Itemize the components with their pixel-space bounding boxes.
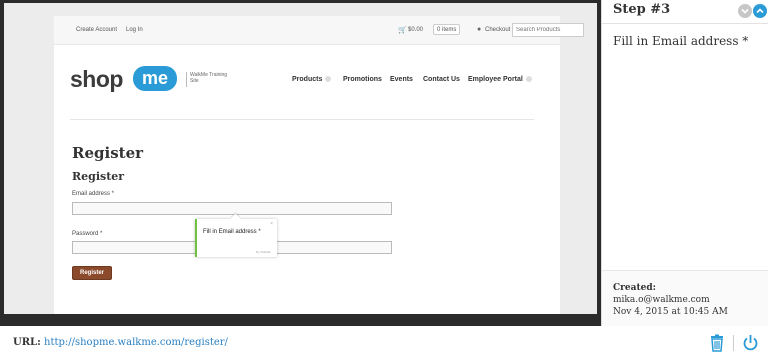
logo-shop-text: shop (70, 66, 123, 92)
page-title: Register (72, 144, 144, 162)
nav-employee-portal-dropdown-icon (525, 76, 532, 83)
created-by: mika.o@walkme.com (613, 295, 710, 305)
tooltip-by-walkme: By WalkMe (255, 250, 271, 254)
browser-viewport: Create Account Log In 🛒 $0.00 0 items ● … (4, 3, 597, 314)
step-panel: Step #3 Fill in Email address * Created:… (601, 0, 768, 326)
power-icon[interactable] (742, 334, 759, 352)
search-input[interactable] (512, 23, 584, 37)
url-bar: URL: http://shopme.walkme.com/register/ (0, 326, 768, 358)
url-label: URL: (13, 337, 41, 348)
create-account-link[interactable]: Create Account (76, 27, 117, 33)
website: Create Account Log In 🛒 $0.00 0 items ● … (54, 16, 584, 314)
nav-contact-us[interactable]: Contact Us (423, 76, 460, 83)
tooltip-arrow (230, 213, 241, 224)
logo-subtitle: WalkMe Training Site (190, 72, 228, 84)
site-topbar: Create Account Log In 🛒 $0.00 0 items ● … (54, 16, 584, 45)
created-label: Created: (613, 283, 656, 293)
email-label: Email address * (72, 191, 115, 197)
password-label: Password * (72, 231, 103, 237)
log-in-link[interactable]: Log In (126, 27, 143, 33)
created-info: Created: mika.o@walkme.com Nov 4, 2015 a… (602, 270, 768, 326)
logo-divider (186, 72, 187, 87)
nav-promotions[interactable]: Promotions (343, 76, 382, 83)
nav-products-dropdown-icon (325, 76, 332, 83)
app-root: Create Account Log In 🛒 $0.00 0 items ● … (0, 0, 768, 358)
trash-icon[interactable] (709, 334, 725, 352)
step-title: Step #3 (613, 2, 671, 17)
header-divider (70, 119, 534, 120)
walkme-tooltip: Fill in Email address * × By WalkMe (195, 213, 277, 257)
chevron-down-icon[interactable] (738, 4, 752, 18)
screenshot-frame: Create Account Log In 🛒 $0.00 0 items ● … (0, 0, 601, 326)
chevron-up-icon[interactable] (753, 4, 767, 18)
cart-items-badge[interactable]: 0 items (433, 24, 461, 35)
cart-icon[interactable]: 🛒 (398, 26, 407, 34)
checkout-icon: ● (477, 26, 482, 33)
email-field[interactable] (72, 202, 392, 215)
panel-divider (602, 23, 768, 24)
nav-events[interactable]: Events (390, 76, 413, 83)
logo-me-bubble: me (133, 66, 177, 91)
step-description: Fill in Email address * (613, 34, 749, 48)
nav-employee-portal[interactable]: Employee Portal (468, 76, 532, 83)
icon-divider (733, 335, 734, 351)
created-at: Nov 4, 2015 at 10:45 AM (613, 307, 728, 317)
nav-employee-portal-label: Employee Portal (468, 76, 523, 83)
nav-products[interactable]: Products (292, 76, 332, 83)
tooltip-close-icon[interactable]: × (270, 221, 273, 227)
cart-amount: $0.00 (408, 27, 424, 33)
url-link[interactable]: http://shopme.walkme.com/register/ (44, 337, 228, 348)
tooltip-text: Fill in Email address * (203, 229, 261, 235)
checkout-link[interactable]: Checkout (485, 27, 510, 33)
register-button[interactable]: Register (72, 266, 112, 280)
nav-products-label: Products (292, 76, 323, 83)
form-title: Register (72, 170, 125, 183)
